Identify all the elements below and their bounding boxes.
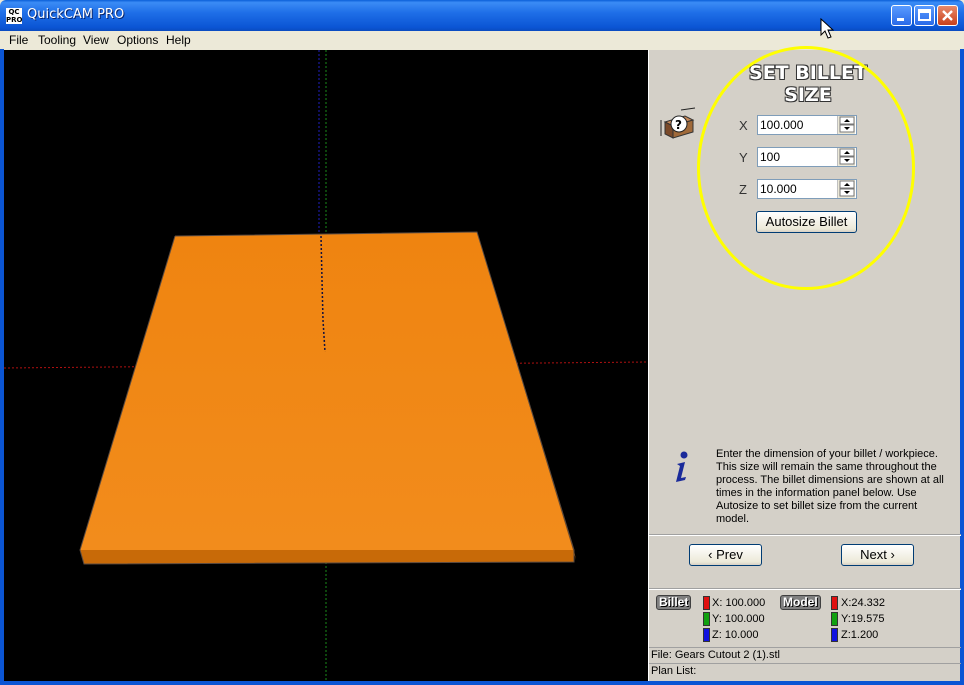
billet-top-face — [80, 232, 574, 550]
minimize-button[interactable] — [891, 5, 912, 26]
info-text: Enter the dimension of your billet / wor… — [716, 448, 944, 525]
model-z-value: Z:1.200 — [841, 629, 879, 641]
x-axis-swatch — [703, 596, 710, 610]
billet-badge: Billet — [656, 595, 692, 610]
highlight-circle — [697, 46, 915, 290]
info-icon — [676, 451, 688, 482]
billet-x-value: X: 100.000 — [712, 597, 766, 609]
menu-view[interactable]: View — [83, 32, 109, 48]
maximize-icon — [918, 9, 931, 21]
mouse-cursor-icon — [820, 18, 834, 39]
y-label: Y — [739, 150, 748, 165]
z-label: Z — [739, 182, 747, 197]
x-label: X — [739, 118, 748, 133]
z-axis-swatch — [703, 628, 710, 642]
next-button[interactable]: Next › — [841, 544, 914, 566]
viewport-scene — [4, 50, 648, 681]
z-spinner[interactable] — [837, 180, 855, 198]
svg-text:?: ? — [675, 118, 682, 132]
window-frame-bottom — [0, 681, 964, 685]
model-badge: Model — [780, 595, 821, 610]
prev-button[interactable]: ‹ Prev — [689, 544, 762, 566]
separator — [649, 588, 961, 590]
separator — [649, 534, 961, 536]
spinner-arrows-icon — [839, 116, 855, 133]
autosize-billet-button[interactable]: Autosize Billet — [756, 211, 857, 233]
menu-options[interactable]: Options — [117, 32, 158, 48]
window-title: QuickCAM PRO — [27, 7, 125, 22]
model-x-value: X:24.332 — [841, 597, 886, 609]
spinner-arrows-icon — [839, 180, 855, 197]
billet-dimension-help-icon[interactable]: ? — [659, 106, 699, 142]
app-logo-icon: QC PRO — [6, 8, 23, 24]
close-icon — [942, 10, 953, 21]
plan-list-status: Plan List: — [649, 663, 961, 679]
z-axis-swatch — [831, 628, 838, 642]
billet-z-value: Z: 10.000 — [712, 629, 759, 641]
model-y-value: Y:19.575 — [841, 613, 885, 625]
y-axis-swatch — [831, 612, 838, 626]
file-status: File: Gears Cutout 2 (1).stl — [649, 647, 961, 663]
x-spinner[interactable] — [837, 116, 855, 134]
menu-help[interactable]: Help — [166, 32, 191, 48]
app-window: QC PRO QuickCAM PRO File Tooling View Opt… — [0, 0, 964, 685]
y-spinner[interactable] — [837, 148, 855, 166]
menu-tooling[interactable]: Tooling — [38, 32, 76, 48]
maximize-button[interactable] — [914, 5, 935, 26]
menu-file[interactable]: File — [9, 32, 28, 48]
billet-y-value: Y: 100.000 — [712, 613, 765, 625]
wizard-panel: SET BILLET SIZE ? X 100.000 Y 100 Z 10.0… — [648, 46, 961, 681]
y-axis-swatch — [703, 612, 710, 626]
spinner-arrows-icon — [839, 148, 855, 165]
3d-viewport[interactable] — [4, 50, 648, 681]
x-axis-swatch — [831, 596, 838, 610]
close-button[interactable] — [937, 5, 958, 26]
minimize-icon — [897, 18, 904, 21]
